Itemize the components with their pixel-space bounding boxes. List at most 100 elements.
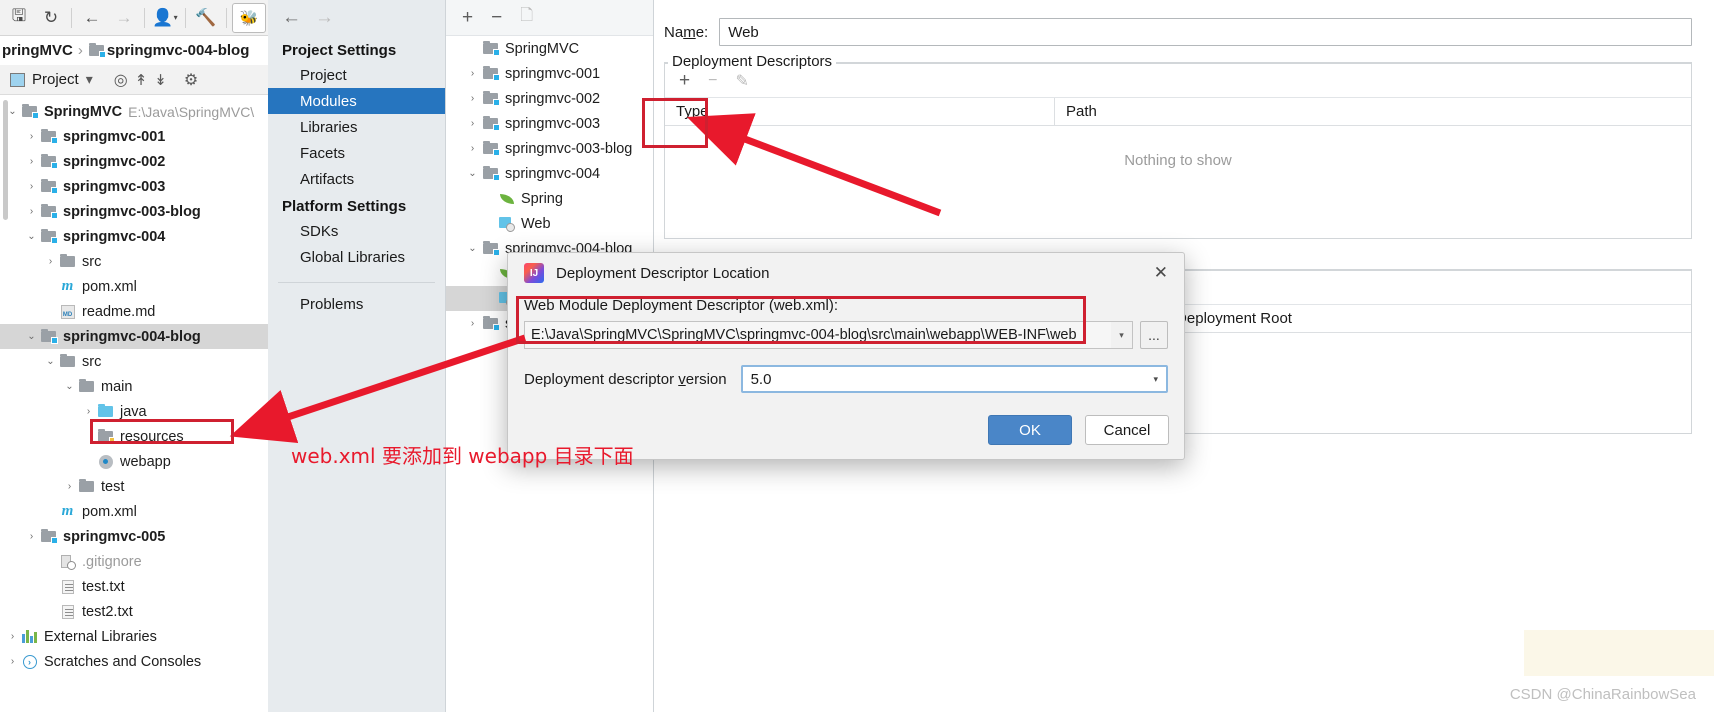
chevron-right-icon[interactable]: ›: [24, 206, 39, 217]
tree-node[interactable]: resources: [0, 424, 270, 449]
module-node[interactable]: Web: [446, 211, 653, 236]
dd-remove-button[interactable]: −: [708, 72, 717, 90]
module-node[interactable]: › springmvc-002: [446, 86, 653, 111]
tree-node[interactable]: ⌄ main: [0, 374, 270, 399]
folder-icon: [77, 379, 96, 393]
nav-item-facets[interactable]: Facets: [268, 140, 445, 166]
chevron-down-icon[interactable]: ⌄: [464, 168, 481, 179]
chevron-down-icon[interactable]: ▾: [1153, 374, 1158, 385]
nav-item-sdks[interactable]: SDKs: [268, 218, 445, 244]
module-node[interactable]: › springmvc-003-blog: [446, 136, 653, 161]
descriptor-path-label: Web Module Deployment Descriptor (web.xm…: [524, 297, 838, 314]
add-module-button[interactable]: +: [462, 7, 473, 29]
tree-node[interactable]: › src: [0, 249, 270, 274]
forward-arrow-icon[interactable]: →: [109, 4, 139, 32]
run-config-selector[interactable]: 🐝: [232, 2, 266, 33]
tree-node[interactable]: › External Libraries: [0, 624, 270, 649]
forward-arrow-icon[interactable]: →: [315, 7, 334, 29]
chevron-right-icon[interactable]: ›: [62, 481, 77, 492]
nav-item-project[interactable]: Project: [268, 62, 445, 88]
tree-node[interactable]: › java: [0, 399, 270, 424]
tree-node[interactable]: .gitignore: [0, 549, 270, 574]
version-select[interactable]: 5.0 ▾: [740, 365, 1168, 393]
descriptor-path-value[interactable]: E:\Java\SpringMVC\SpringMVC\springmvc-00…: [524, 321, 1112, 349]
browse-button[interactable]: ...: [1140, 321, 1168, 349]
chevron-right-icon[interactable]: ›: [24, 156, 39, 167]
chevron-right-icon[interactable]: ›: [464, 143, 481, 154]
tree-node[interactable]: › springmvc-005: [0, 524, 270, 549]
tree-node-label: External Libraries: [44, 628, 157, 645]
tree-node[interactable]: test.txt: [0, 574, 270, 599]
tree-node[interactable]: › springmvc-002: [0, 149, 270, 174]
chevron-down-icon[interactable]: ⌄: [464, 243, 481, 254]
sync-icon[interactable]: ↻: [36, 4, 66, 32]
tree-node[interactable]: m pom.xml: [0, 274, 270, 299]
tree-scrollbar[interactable]: [3, 100, 8, 220]
tree-node[interactable]: webapp: [0, 449, 270, 474]
chevron-right-icon[interactable]: ›: [5, 656, 20, 667]
tree-node[interactable]: MD readme.md: [0, 299, 270, 324]
chevron-down-icon[interactable]: ▾: [86, 71, 93, 88]
module-node[interactable]: Spring: [446, 186, 653, 211]
gear-icon[interactable]: ⚙: [184, 70, 198, 90]
chevron-right-icon[interactable]: ›: [5, 631, 20, 642]
module-node[interactable]: ⌄ springmvc-004: [446, 161, 653, 186]
nav-item-problems[interactable]: Problems: [268, 291, 445, 317]
chevron-right-icon[interactable]: ›: [24, 181, 39, 192]
build-hammer-icon[interactable]: 🔨: [191, 4, 221, 32]
breadcrumb-root[interactable]: pringMVC: [2, 42, 73, 59]
tree-node[interactable]: m pom.xml: [0, 499, 270, 524]
tree-node[interactable]: › › Scratches and Consoles: [0, 649, 270, 674]
collapse-all-icon[interactable]: ↡: [154, 71, 167, 89]
chevron-right-icon[interactable]: ›: [43, 256, 58, 267]
tree-node-label: test2.txt: [82, 603, 133, 620]
module-node[interactable]: › springmvc-001: [446, 61, 653, 86]
tree-node[interactable]: › springmvc-001: [0, 124, 270, 149]
tree-node[interactable]: ⌄ SpringMVC E:\Java\SpringMVC\: [0, 99, 270, 124]
locate-icon[interactable]: ◎: [114, 70, 128, 90]
project-tree[interactable]: ⌄ SpringMVC E:\Java\SpringMVC\ › springmvc-0…: [0, 95, 270, 712]
close-icon[interactable]: ✕: [1148, 263, 1174, 283]
chevron-down-icon[interactable]: ⌄: [62, 381, 77, 392]
tree-node[interactable]: › springmvc-003-blog: [0, 199, 270, 224]
nav-item-global-libraries[interactable]: Global Libraries: [268, 244, 445, 270]
chevron-right-icon[interactable]: ›: [464, 318, 481, 329]
module-node[interactable]: SpringMVC: [446, 36, 653, 61]
chevron-right-icon[interactable]: ›: [464, 68, 481, 79]
name-input[interactable]: [719, 18, 1692, 46]
deployment-descriptor-location-dialog: IJ Deployment Descriptor Location ✕ Web …: [507, 252, 1185, 460]
tree-node[interactable]: › springmvc-003: [0, 174, 270, 199]
user-icon[interactable]: 👤 ▾: [150, 4, 180, 32]
tree-node[interactable]: test2.txt: [0, 599, 270, 624]
chevron-right-icon[interactable]: ›: [464, 118, 481, 129]
chevron-down-icon[interactable]: ⌄: [24, 231, 39, 242]
remove-module-button[interactable]: −: [491, 7, 502, 29]
copy-icon[interactable]: 🗋: [520, 4, 533, 31]
expand-all-icon[interactable]: ↟: [135, 71, 148, 89]
chevron-right-icon[interactable]: ›: [24, 531, 39, 542]
ok-button[interactable]: OK: [988, 415, 1072, 445]
cancel-button[interactable]: Cancel: [1085, 415, 1169, 445]
chevron-down-icon[interactable]: ▾: [1111, 321, 1133, 349]
chevron-down-icon[interactable]: ⌄: [43, 356, 58, 367]
tree-node[interactable]: ⌄ springmvc-004: [0, 224, 270, 249]
version-row: Deployment descriptor version 5.0 ▾: [524, 365, 1168, 393]
chevron-right-icon[interactable]: ›: [464, 93, 481, 104]
nav-item-artifacts[interactable]: Artifacts: [268, 166, 445, 192]
chevron-right-icon[interactable]: ›: [24, 131, 39, 142]
back-arrow-icon[interactable]: ←: [77, 4, 107, 32]
dd-add-button[interactable]: +: [679, 70, 690, 92]
back-arrow-icon[interactable]: ←: [282, 7, 301, 29]
edit-pencil-icon[interactable]: ✎: [735, 71, 748, 91]
tree-node[interactable]: ⌄ src: [0, 349, 270, 374]
module-node[interactable]: › springmvc-003: [446, 111, 653, 136]
tree-node[interactable]: ⌄ springmvc-004-blog: [0, 324, 270, 349]
tree-node[interactable]: › test: [0, 474, 270, 499]
breadcrumb-leaf[interactable]: springmvc-004-blog: [107, 42, 250, 59]
chevron-right-icon[interactable]: ›: [81, 406, 96, 417]
module-node-label: Spring: [521, 190, 563, 207]
save-icon[interactable]: 🖫: [4, 4, 34, 32]
nav-item-libraries[interactable]: Libraries: [268, 114, 445, 140]
nav-item-modules[interactable]: Modules: [268, 88, 445, 114]
chevron-down-icon[interactable]: ⌄: [24, 331, 39, 342]
